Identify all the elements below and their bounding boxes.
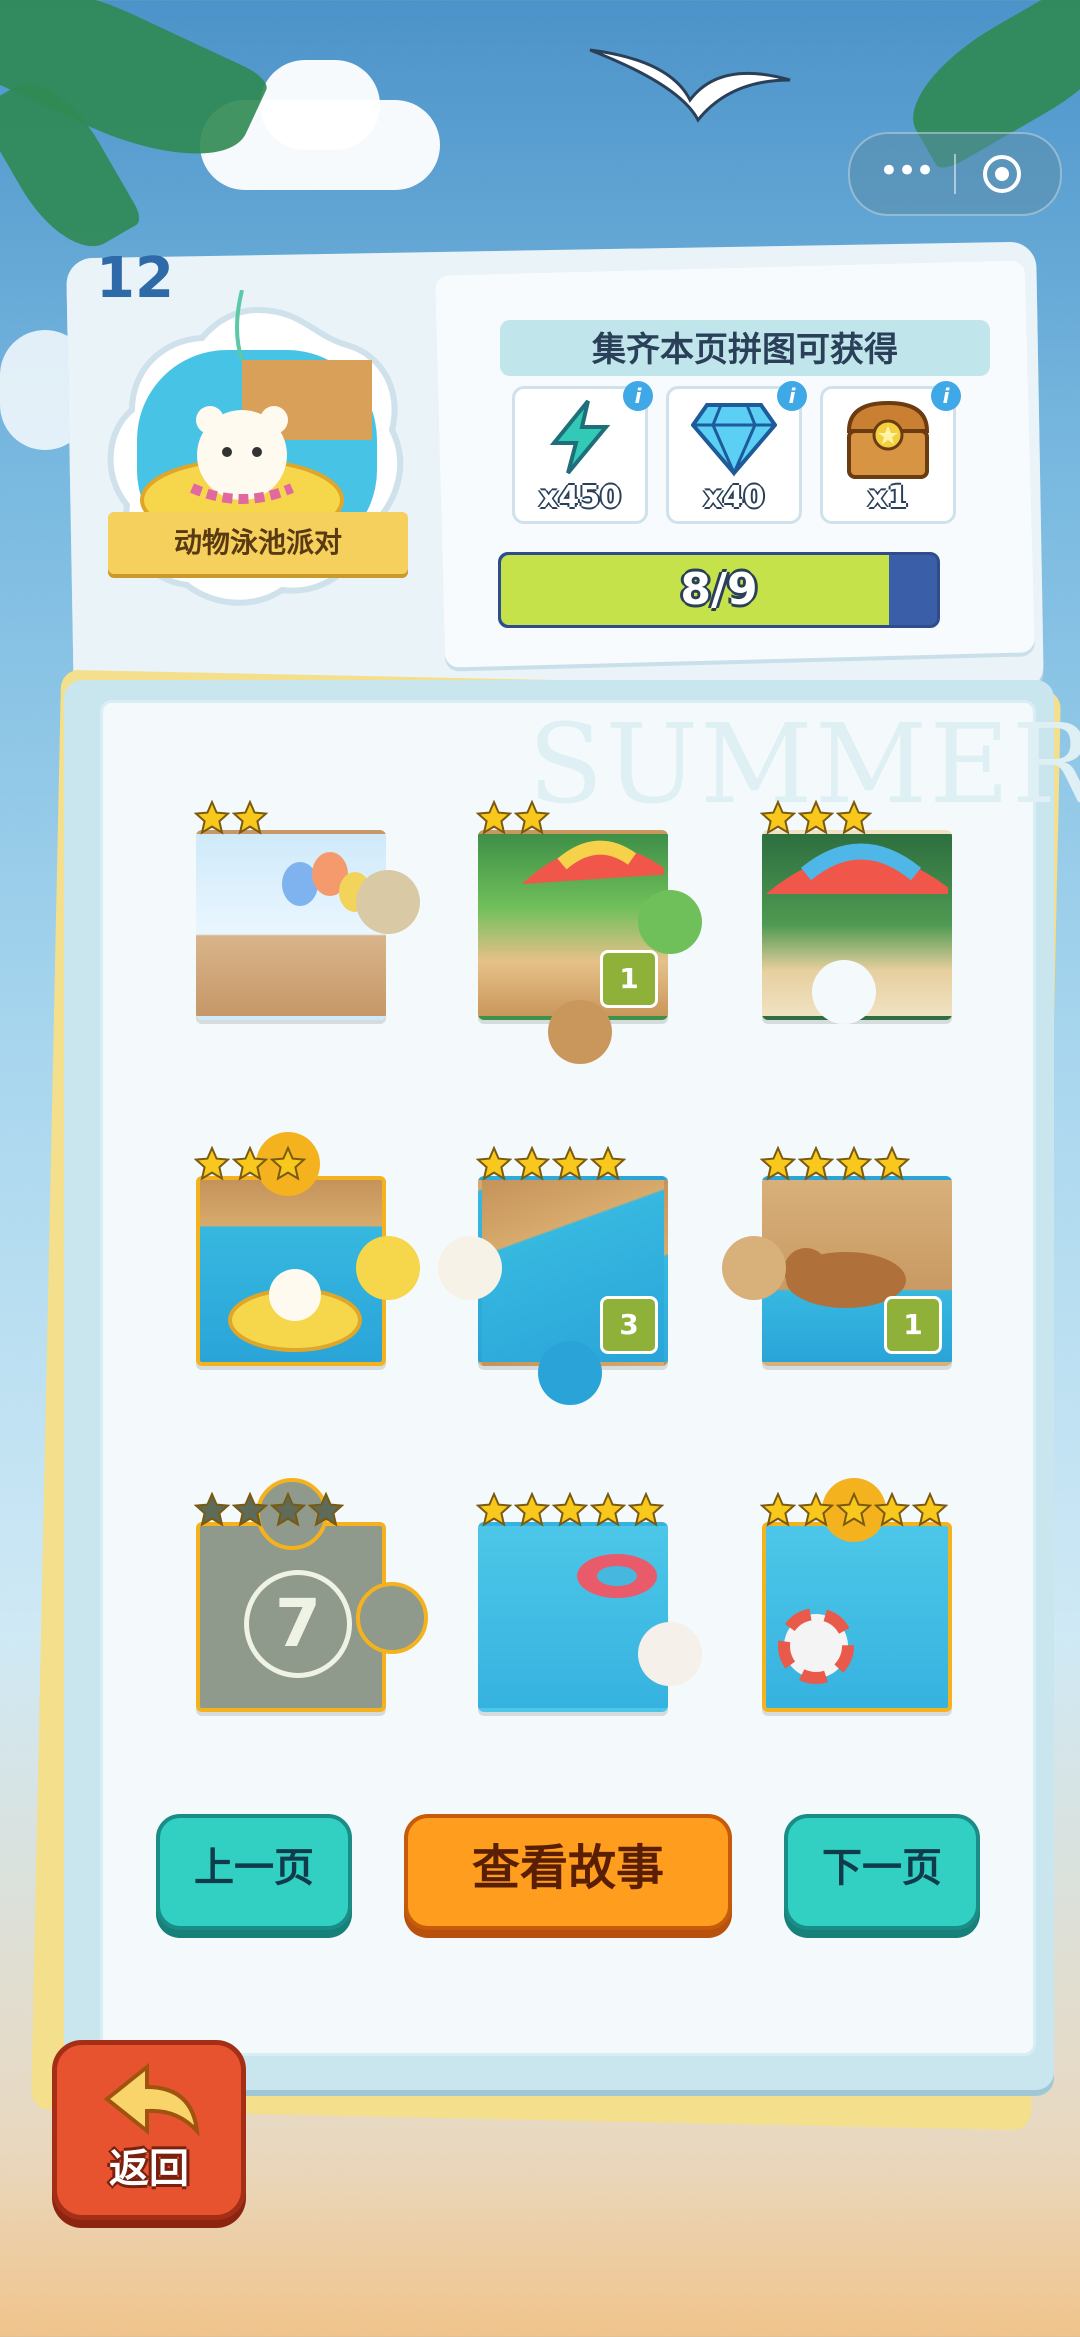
locked-piece-number: 7	[244, 1570, 352, 1678]
star-icon	[873, 1491, 911, 1528]
piece-tab	[356, 870, 420, 934]
star-icon	[231, 1491, 269, 1528]
piece-tab	[722, 1236, 786, 1300]
back-button-label[interactable]: 返回	[52, 2136, 246, 2194]
puzzle-piece-5[interactable]: 3	[438, 1145, 668, 1405]
close-circle-icon[interactable]	[980, 152, 1024, 196]
piece-stars	[759, 799, 874, 838]
star-icon	[231, 1145, 269, 1182]
star-icon	[193, 799, 231, 836]
star-icon	[551, 1145, 589, 1182]
star-icon	[835, 1145, 873, 1182]
reward-title: 集齐本页拼图可获得	[592, 330, 898, 370]
collection-progress-bar: 8/9	[498, 552, 940, 628]
piece-stars	[193, 799, 270, 838]
piece-tab	[438, 1236, 502, 1300]
piece-tab	[638, 1622, 702, 1686]
star-icon	[513, 1491, 551, 1528]
star-icon	[797, 1491, 835, 1528]
duplicate-count-badge: 1	[884, 1296, 942, 1354]
info-icon[interactable]: i	[623, 381, 653, 411]
next-page-button[interactable]: 下一页	[784, 1814, 980, 1930]
piece-tab	[548, 1000, 612, 1064]
lightning-icon	[549, 399, 611, 475]
star-icon	[513, 799, 551, 836]
star-icon	[759, 1491, 797, 1528]
piece-art-swim-ring	[762, 1522, 952, 1712]
reward-energy[interactable]: x450 i	[512, 381, 653, 524]
star-icon	[797, 799, 835, 836]
piece-tab	[812, 960, 876, 1024]
diamond-icon	[691, 403, 777, 477]
reward-diamond[interactable]: x40 i	[666, 381, 807, 524]
piece-tab	[638, 890, 702, 954]
star-icon	[911, 1491, 949, 1528]
more-icon[interactable]: •••	[878, 154, 935, 192]
puzzle-piece-7-locked[interactable]: 7	[193, 1478, 428, 1712]
star-icon	[835, 799, 873, 836]
piece-stars	[759, 1145, 912, 1184]
piece-tab	[356, 1582, 428, 1654]
info-icon[interactable]: i	[777, 381, 807, 411]
capsule-divider	[954, 154, 956, 194]
star-icon	[231, 799, 269, 836]
duplicate-count-badge: 3	[600, 1296, 658, 1354]
puzzle-piece-1[interactable]	[193, 799, 420, 1020]
puzzle-piece-4[interactable]	[193, 1132, 420, 1366]
star-icon	[307, 1491, 345, 1528]
star-icon	[627, 1491, 665, 1528]
piece-tab	[356, 1236, 420, 1300]
star-icon	[589, 1491, 627, 1528]
star-icon	[551, 1491, 589, 1528]
progress-text: 8/9	[680, 564, 758, 615]
previous-page-button[interactable]: 上一页	[156, 1814, 352, 1930]
star-icon	[193, 1145, 231, 1182]
reward-amount: x1	[867, 480, 909, 515]
star-icon	[873, 1145, 911, 1182]
piece-stars	[193, 1145, 308, 1184]
piece-tab	[538, 1341, 602, 1405]
puzzle-piece-6[interactable]: 1	[722, 1145, 952, 1366]
puzzle-piece-2[interactable]: 1	[475, 799, 702, 1064]
star-icon	[193, 1491, 231, 1528]
puzzle-piece-9[interactable]	[759, 1478, 952, 1712]
badge-title: 动物泳池派对	[108, 512, 408, 574]
reward-chest[interactable]: x1 i	[820, 381, 961, 524]
piece-stars	[193, 1491, 346, 1530]
star-icon	[759, 799, 797, 836]
seagull-icon	[589, 48, 791, 123]
view-story-button[interactable]: 查看故事	[404, 1814, 732, 1930]
star-icon	[269, 1491, 307, 1528]
reward-amount: x450	[539, 480, 621, 515]
star-icon	[475, 1145, 513, 1182]
piece-stars	[759, 1491, 950, 1530]
back-arrow-icon	[103, 2062, 200, 2137]
piece-stars	[475, 1491, 666, 1530]
piece-art-pool-float	[478, 1522, 668, 1712]
star-icon	[835, 1491, 873, 1528]
star-icon	[475, 1491, 513, 1528]
star-icon	[269, 1145, 307, 1182]
star-icon	[759, 1145, 797, 1182]
info-icon[interactable]: i	[931, 381, 961, 411]
reward-amount: x40	[703, 480, 765, 515]
piece-art-balloons	[196, 830, 386, 1020]
puzzle-piece-8[interactable]	[475, 1491, 702, 1712]
star-icon	[797, 1145, 835, 1182]
cloud	[260, 60, 380, 150]
puzzle-piece-3[interactable]	[759, 799, 952, 1024]
treasure-chest-icon	[846, 400, 930, 479]
star-icon	[513, 1145, 551, 1182]
duplicate-count-badge: 1	[600, 950, 658, 1008]
piece-stars	[475, 1145, 628, 1184]
star-icon	[589, 1145, 627, 1182]
star-icon	[475, 799, 513, 836]
piece-stars	[475, 799, 552, 838]
mini-program-capsule[interactable]: •••	[848, 132, 1062, 216]
